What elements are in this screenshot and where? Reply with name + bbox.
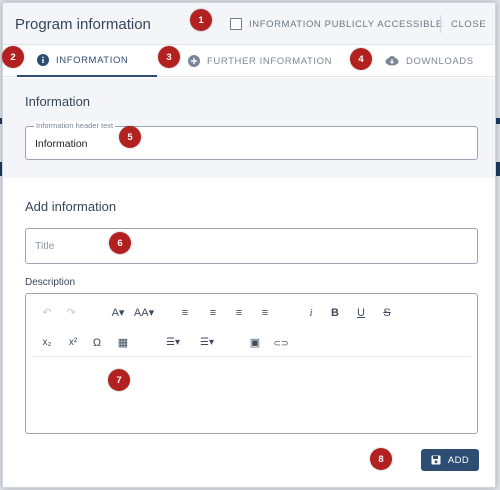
undo-icon[interactable]: ↶: [40, 306, 54, 320]
information-section: Information Information header text Info…: [3, 78, 495, 178]
annotation-badge-8: 8: [370, 448, 392, 470]
italic-icon[interactable]: i: [304, 306, 318, 320]
tab-downloads[interactable]: DOWNLOADS: [385, 45, 485, 77]
tab-information-label: INFORMATION: [56, 54, 129, 66]
align-left-icon[interactable]: ≡: [178, 306, 192, 320]
public-access-checkbox[interactable]: [230, 18, 242, 30]
tab-bar: INFORMATION FURTHER INFORMATION DOWNLOAD…: [3, 45, 495, 77]
plus-circle-icon: [188, 55, 200, 67]
add-button-label: ADD: [447, 454, 470, 466]
tab-further-information[interactable]: FURTHER INFORMATION: [188, 45, 338, 77]
annotation-badge-4: 4: [350, 48, 372, 70]
header-divider: [440, 15, 441, 33]
annotation-badge-5: 5: [119, 126, 141, 148]
add-button[interactable]: ADD: [421, 449, 479, 471]
information-header-value[interactable]: Information: [35, 138, 88, 150]
information-header-field[interactable]: Information header text Information: [25, 121, 478, 160]
add-information-heading: Add information: [25, 199, 117, 214]
link-icon[interactable]: ⊂⊃: [272, 336, 290, 350]
bold-icon[interactable]: B: [328, 306, 342, 320]
public-access-label[interactable]: INFORMATION PUBLICLY ACCESSIBLE: [249, 19, 443, 30]
close-button[interactable]: CLOSE: [451, 19, 486, 30]
annotation-badge-2: 2: [2, 46, 24, 68]
font-family-icon[interactable]: A▾: [108, 306, 128, 320]
align-center-icon[interactable]: ≡: [206, 306, 220, 320]
tab-information[interactable]: INFORMATION: [17, 45, 157, 77]
annotation-badge-6: 6: [109, 232, 131, 254]
editor-toolbar-divider: [32, 356, 471, 357]
information-heading: Information: [25, 94, 91, 109]
dialog-header: Program information INFORMATION PUBLICLY…: [3, 3, 495, 45]
annotation-badge-1: 1: [190, 9, 212, 31]
strikethrough-icon[interactable]: S: [380, 306, 394, 320]
bullet-list-icon[interactable]: ☰▾: [160, 336, 186, 350]
special-char-icon[interactable]: Ω: [90, 336, 104, 350]
annotation-badge-7: 7: [108, 369, 130, 391]
align-right-icon[interactable]: ≡: [258, 306, 272, 320]
align-justify-icon[interactable]: ≡: [232, 306, 246, 320]
superscript-icon[interactable]: x²: [64, 336, 82, 350]
info-icon: [37, 54, 49, 66]
underline-icon[interactable]: U: [354, 306, 368, 320]
description-label: Description: [25, 277, 76, 288]
image-icon[interactable]: ▣: [248, 336, 262, 350]
numbered-list-icon[interactable]: ☰▾: [194, 336, 220, 350]
title-input[interactable]: [25, 228, 478, 264]
description-editor[interactable]: ↶ ↷ A▾ AA▾ ≡ ≡ ≡ ≡ i B U S x₂ x² Ω ▦ ☰▾ …: [25, 293, 478, 434]
font-size-icon[interactable]: AA▾: [132, 306, 156, 320]
table-icon[interactable]: ▦: [116, 336, 130, 350]
dialog-title: Program information: [15, 16, 151, 33]
program-information-dialog: Program information INFORMATION PUBLICLY…: [2, 2, 496, 488]
cloud-download-icon: [385, 55, 399, 67]
subscript-icon[interactable]: x₂: [38, 336, 56, 350]
redo-icon[interactable]: ↷: [64, 306, 78, 320]
information-header-legend: Information header text: [34, 121, 116, 130]
save-icon: [431, 455, 441, 465]
annotation-badge-3: 3: [158, 46, 180, 68]
tab-further-information-label: FURTHER INFORMATION: [207, 55, 333, 67]
tab-downloads-label: DOWNLOADS: [406, 55, 474, 67]
